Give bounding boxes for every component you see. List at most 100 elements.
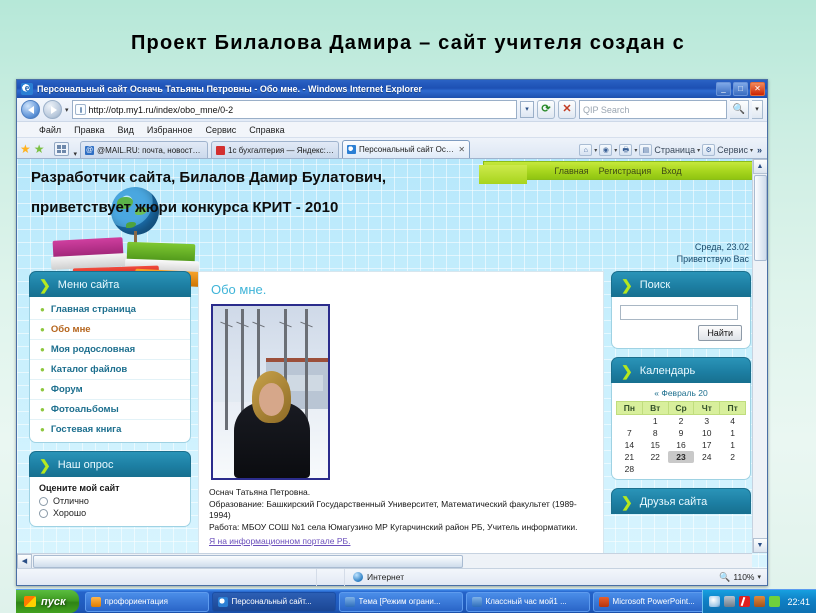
- menu-item-view[interactable]: Вид: [118, 125, 134, 135]
- menu-item-favorites[interactable]: Избранное: [147, 125, 193, 135]
- taskbar-item-tema[interactable]: Тема [Режим ограни...: [338, 591, 463, 612]
- forward-button[interactable]: [43, 100, 62, 119]
- sidebar-item-about[interactable]: ● Обо мне: [30, 320, 190, 340]
- zoom-control[interactable]: 🔍 110% ▾: [713, 572, 767, 583]
- horizontal-scroll-thumb[interactable]: [33, 554, 463, 568]
- bullet-icon: ●: [40, 305, 45, 314]
- taskbar-item-personal-site[interactable]: Персональный сайт...: [211, 591, 336, 612]
- add-favorite-star-icon[interactable]: ★: [20, 143, 31, 155]
- menu-item-file[interactable]: Файл: [39, 125, 61, 135]
- tab-close-icon[interactable]: ✕: [458, 145, 465, 154]
- page-viewport: Главная Регистрация Вход ▪ Среда, 23.02 …: [17, 159, 767, 568]
- sidebar-item-guestbook[interactable]: ● Гостевая книга: [30, 420, 190, 439]
- calendar-week-row: 1 2 3 4: [617, 415, 746, 428]
- bio-education: Образование: Башкирский Государственный …: [209, 498, 577, 521]
- taskbar-item-klassny-chas[interactable]: Классный час мой1 ...: [465, 591, 590, 612]
- menu-item-help[interactable]: Справка: [249, 125, 284, 135]
- tab-label: Персональный сайт Осн...: [359, 145, 456, 154]
- zoom-chevron-down-icon[interactable]: ▾: [757, 573, 761, 581]
- sidebar-item-file-catalog[interactable]: ● Каталог файлов: [30, 360, 190, 380]
- feeds-icon[interactable]: ◉: [599, 144, 613, 156]
- print-chevron-down-icon[interactable]: ▾: [634, 147, 637, 154]
- calendar-day: 21: [624, 452, 635, 462]
- poll-option-excellent[interactable]: Отлично: [39, 496, 181, 506]
- calendar-body: « Февраль 20 Пн Вт Ср Чт Пт 1 2 3 4 7 8 …: [611, 383, 751, 480]
- scroll-up-arrow-icon[interactable]: ▲: [752, 159, 767, 174]
- tray-clock-icon[interactable]: [709, 596, 721, 607]
- taskbar-item-powerpoint[interactable]: Microsoft PowerPoint...: [592, 591, 703, 612]
- tray-network-icon[interactable]: [724, 596, 736, 607]
- refresh-button[interactable]: ⟳: [537, 100, 555, 119]
- address-input[interactable]: http://otp.my1.ru/index/obo_mne/0-2: [71, 100, 517, 119]
- calendar-weekday: Чт: [693, 401, 721, 415]
- search-provider-chevron-down-icon[interactable]: ▾: [752, 100, 763, 119]
- minimize-button[interactable]: _: [716, 82, 731, 96]
- portal-link[interactable]: Я на информационном портале РБ.: [209, 536, 350, 548]
- nav-link-login[interactable]: Вход: [661, 166, 681, 176]
- nav-link-home[interactable]: Главная: [554, 166, 588, 176]
- horizontal-scrollbar[interactable]: ◀: [17, 553, 752, 568]
- menu-item-tools[interactable]: Сервис: [205, 125, 236, 135]
- security-zone-label: Интернет: [367, 572, 405, 582]
- search-input[interactable]: QIP Search: [579, 100, 727, 119]
- tab-list-chevron-down-icon[interactable]: ▾: [74, 150, 78, 158]
- site-search-button[interactable]: Найти: [698, 325, 742, 341]
- tab-mailru[interactable]: @ @MAIL.RU: почта, новости...: [80, 141, 209, 158]
- sidebar-item-photo-albums[interactable]: ● Фотоальбомы: [30, 400, 190, 420]
- bullet-icon: ●: [40, 385, 45, 394]
- close-button[interactable]: ✕: [750, 82, 765, 96]
- sidebar-item-home[interactable]: ● Главная страница: [30, 300, 190, 320]
- site-search-input[interactable]: [620, 305, 738, 320]
- vertical-scrollbar[interactable]: ▲ ▼: [752, 159, 767, 553]
- radio-icon[interactable]: [39, 496, 48, 506]
- address-dropdown-button[interactable]: ▾: [520, 101, 534, 118]
- taskbar-clock[interactable]: 22:41: [787, 597, 810, 607]
- tray-updates-icon[interactable]: [769, 596, 781, 607]
- poll-body: Оцените мой сайт Отлично Хорошо: [29, 477, 191, 527]
- tab-personal-site[interactable]: Персональный сайт Осн... ✕: [342, 140, 471, 158]
- security-zone[interactable]: Интернет: [345, 572, 412, 582]
- tab-yandex[interactable]: 1с бухгалтерия — Яндекс: ...: [211, 141, 340, 158]
- home-chevron-down-icon[interactable]: ▾: [594, 147, 597, 154]
- nav-link-register[interactable]: Регистрация: [599, 166, 652, 176]
- search-placeholder-text: QIP Search: [583, 104, 630, 115]
- calendar-day: 2: [678, 416, 684, 426]
- sidebar-item-forum[interactable]: ● Форум: [30, 380, 190, 400]
- stop-button[interactable]: ✕: [558, 100, 576, 119]
- calendar-prev-arrow-icon[interactable]: «: [654, 388, 659, 398]
- scroll-down-arrow-icon[interactable]: ▼: [752, 538, 767, 553]
- favorites-center-star-icon[interactable]: ★: [34, 143, 45, 155]
- scroll-left-arrow-icon[interactable]: ◀: [17, 553, 32, 568]
- calendar-day: 15: [650, 440, 660, 450]
- taskbar-item-label: Классный час мой1 ...: [485, 597, 567, 606]
- internet-zone-globe-icon: [353, 572, 363, 582]
- page-menu-button[interactable]: ▤ Страница ▾: [639, 144, 700, 156]
- maximize-button[interactable]: □: [733, 82, 748, 96]
- poll-option-good[interactable]: Хорошо: [39, 508, 181, 518]
- status-segment: [317, 568, 345, 586]
- calendar-weekday-row: Пн Вт Ср Чт Пт: [616, 401, 746, 415]
- calendar-day: 28: [624, 464, 635, 474]
- content-heading: Обо мне.: [211, 282, 267, 297]
- page-chevron-down-icon: ▾: [697, 147, 701, 154]
- menu-item-edit[interactable]: Правка: [74, 125, 104, 135]
- vertical-scroll-thumb[interactable]: [753, 175, 767, 261]
- profile-photo: [211, 304, 330, 480]
- quick-tabs-icon[interactable]: [53, 142, 69, 156]
- word-icon: [471, 596, 482, 607]
- browser-command-bar: ⌂ ▾ ◉ ▾ 🖶 ▾ ▤ Страница ▾ ⚙ Сервис ▾ »: [579, 144, 764, 156]
- tray-antivirus-icon[interactable]: [739, 596, 751, 607]
- calendar-month-label: Февраль 20: [661, 388, 708, 398]
- sidebar-item-genealogy[interactable]: ● Моя родословная: [30, 340, 190, 360]
- radio-icon[interactable]: [39, 508, 48, 518]
- search-submit-icon[interactable]: 🔍: [730, 100, 749, 119]
- back-button[interactable]: [21, 100, 40, 119]
- toolbar-overflow-chevron-icon[interactable]: »: [757, 145, 762, 155]
- tools-menu-button[interactable]: ⚙ Сервис ▾: [702, 144, 753, 156]
- start-button[interactable]: пуск: [16, 590, 79, 613]
- tray-app-icon[interactable]: [754, 596, 766, 607]
- home-icon[interactable]: ⌂: [579, 144, 593, 156]
- print-icon[interactable]: 🖶: [619, 144, 633, 156]
- recent-pages-chevron-down-icon[interactable]: ▾: [65, 106, 69, 114]
- taskbar-item-proforientaciya[interactable]: профориентация: [84, 591, 209, 612]
